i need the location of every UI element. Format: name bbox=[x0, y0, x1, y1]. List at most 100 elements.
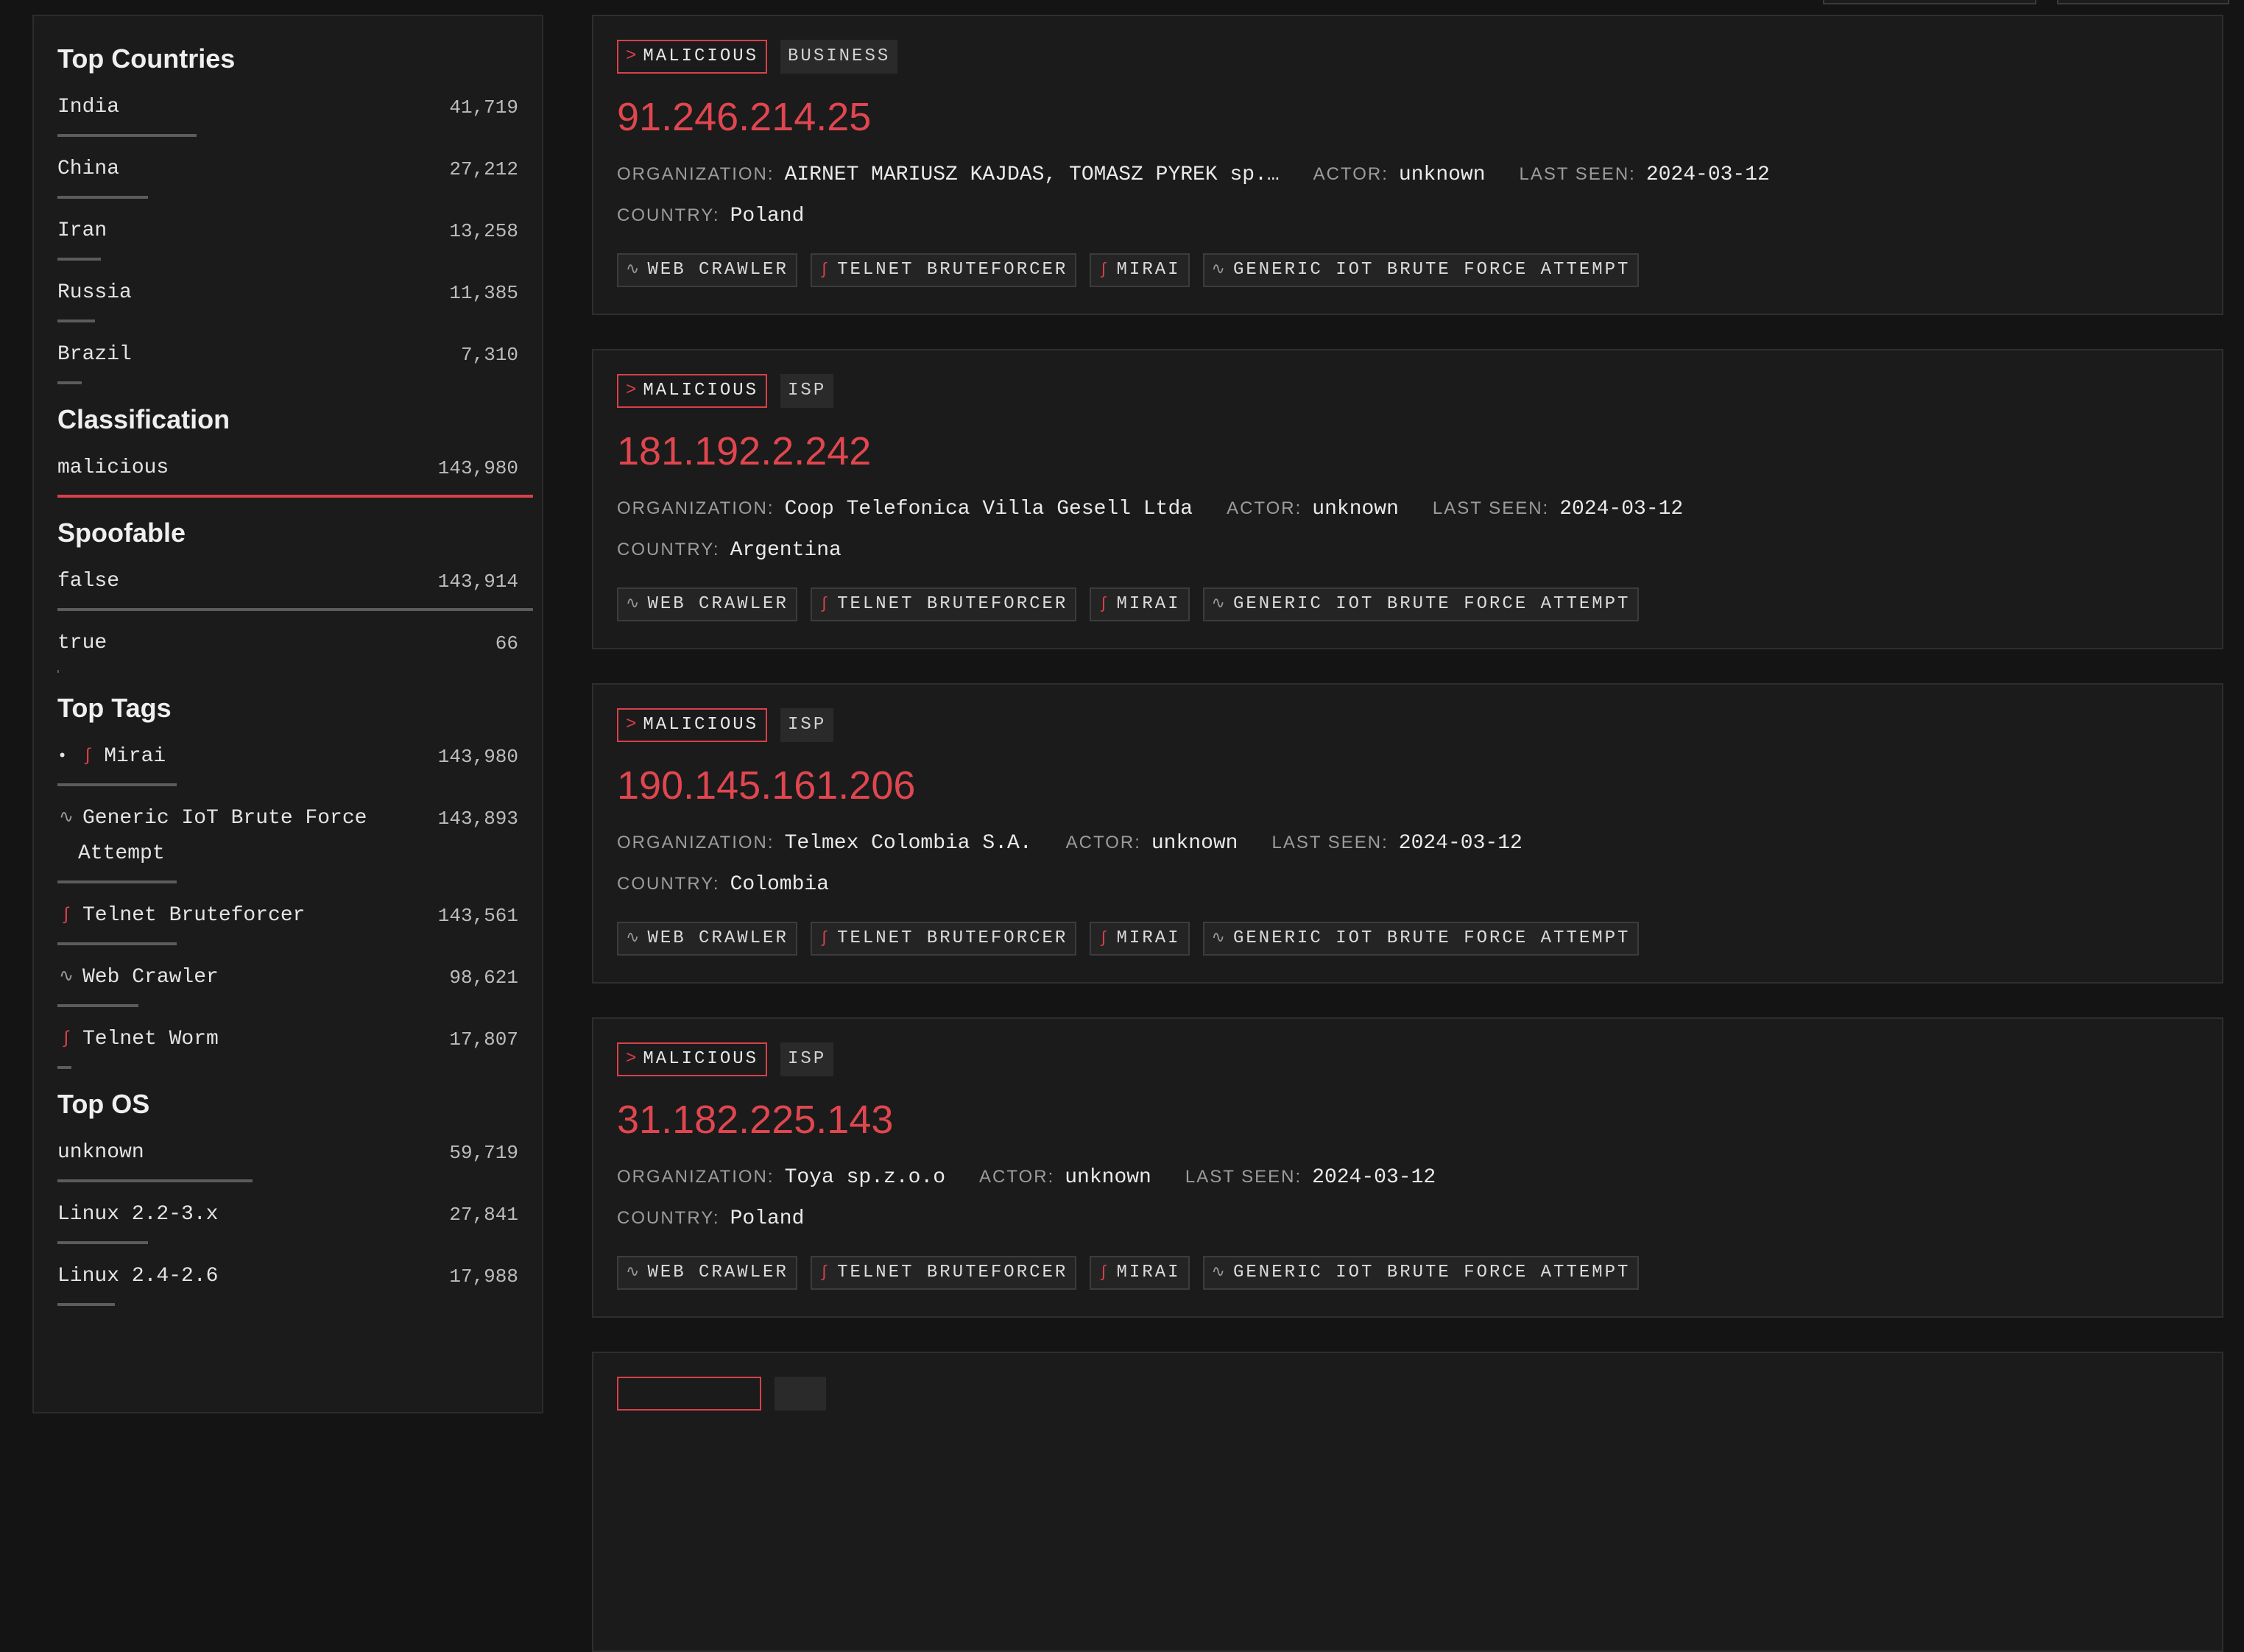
tag-chip[interactable]: ∿ GENERIC IOT BRUTE FORCE ATTEMPT bbox=[1202, 922, 1640, 956]
tag-chip[interactable]: ∫ TELNET BRUTEFORCER bbox=[810, 922, 1077, 956]
type-badge[interactable]: ISP bbox=[780, 708, 834, 742]
top-tags-section: Top Tags • ∫ Mirai 143,980 ∿ Generic IoT Brut… bbox=[57, 692, 518, 1069]
facet-count: 143,914 bbox=[437, 571, 518, 593]
tag-chip[interactable]: ∫ MIRAI bbox=[1090, 1256, 1190, 1290]
worm-icon: ∫ bbox=[1098, 929, 1111, 947]
tag-chip[interactable]: ∫ TELNET BRUTEFORCER bbox=[810, 1256, 1077, 1290]
facet-count: 143,893 bbox=[437, 808, 518, 830]
pulse-icon: ∿ bbox=[1211, 595, 1227, 613]
facet-count: 27,841 bbox=[449, 1204, 518, 1226]
tag-label: GENERIC IOT BRUTE FORCE ATTEMPT bbox=[1232, 260, 1631, 280]
facet-row[interactable]: Brazil 7,310 bbox=[57, 322, 518, 384]
result-card[interactable]: > MALICIOUS BUSINESS 91.246.214.25 ORGANIZAT… bbox=[592, 15, 2223, 315]
facet-row[interactable]: India 41,719 bbox=[57, 75, 518, 137]
facet-label: Linux 2.2-3.x bbox=[57, 1203, 219, 1226]
meta-row: ORGANIZATION: Coop Telefonica Villa Gesel… bbox=[617, 498, 2198, 527]
tag-chip[interactable]: ∫ TELNET BRUTEFORCER bbox=[810, 253, 1077, 287]
last-seen-label: LAST SEEN: bbox=[1185, 1167, 1302, 1187]
worm-icon: ∫ bbox=[819, 261, 832, 279]
ip-address-link[interactable]: 181.192.2.242 bbox=[617, 426, 2198, 477]
facet-row[interactable]: • ∫ Mirai 143,980 bbox=[57, 724, 518, 786]
facet-row[interactable]: unknown 59,719 bbox=[57, 1120, 518, 1182]
facet-row[interactable]: false 143,914 bbox=[57, 549, 533, 611]
facet-row[interactable]: true 66 bbox=[57, 611, 518, 673]
spoofable-section: Spoofable false 143,914 true 66 bbox=[57, 517, 533, 673]
facet-count: 143,561 bbox=[437, 905, 518, 927]
facet-label-text: Generic IoT Brute Force bbox=[82, 807, 367, 830]
classification-badge[interactable]: > MALICIOUS bbox=[617, 40, 768, 74]
result-card-partial[interactable] bbox=[592, 1352, 2223, 1652]
tag-label: TELNET BRUTEFORCER bbox=[837, 594, 1068, 614]
classification-text: MALICIOUS bbox=[643, 715, 759, 735]
facet-row[interactable]: Linux 2.4-2.6 17,988 bbox=[57, 1244, 518, 1306]
last-seen-value: 2024-03-12 bbox=[1645, 163, 1770, 186]
classification-badge[interactable]: > MALICIOUS bbox=[617, 374, 768, 408]
top-countries-section: Top Countries India 41,719 China 27,212 Iran… bbox=[57, 43, 518, 384]
classification-badge[interactable]: > MALICIOUS bbox=[617, 1042, 768, 1076]
facet-row[interactable]: Russia 11,385 bbox=[57, 261, 518, 322]
facet-row[interactable]: ∿ Web Crawler 98,621 bbox=[57, 945, 518, 1007]
section-title: Top Tags bbox=[57, 693, 172, 723]
tag-chip[interactable]: ∿ GENERIC IOT BRUTE FORCE ATTEMPT bbox=[1202, 1256, 1640, 1290]
tag-chip[interactable]: ∫ TELNET BRUTEFORCER bbox=[810, 587, 1077, 621]
tag-chip[interactable]: ∿ WEB CRAWLER bbox=[617, 253, 797, 287]
tag-chip[interactable]: ∿ WEB CRAWLER bbox=[617, 587, 797, 621]
result-card[interactable]: > MALICIOUS ISP 31.182.225.143 ORGANIZATION:… bbox=[592, 1017, 2223, 1318]
type-badge[interactable]: BUSINESS bbox=[780, 40, 898, 74]
classification-text: MALICIOUS bbox=[643, 381, 759, 400]
facet-row[interactable]: China 27,212 bbox=[57, 137, 518, 199]
worm-icon: ∫ bbox=[1098, 1263, 1111, 1282]
facet-count: 17,807 bbox=[449, 1028, 518, 1051]
facet-row[interactable]: ∿ Generic IoT Brute Force Attempt 143,893 bbox=[57, 786, 518, 883]
facet-label: India bbox=[57, 96, 120, 119]
facet-count: 17,988 bbox=[449, 1266, 518, 1288]
facet-label: malicious bbox=[57, 456, 169, 479]
facet-label-text: Mirai bbox=[104, 745, 166, 768]
facet-row[interactable]: ∫ Telnet Worm 17,807 bbox=[57, 1007, 518, 1069]
tag-list: ∿ WEB CRAWLER ∫ TELNET BRUTEFORCER ∫ MIRAI ∿ GE… bbox=[617, 922, 2198, 956]
ip-address-link[interactable]: 91.246.214.25 bbox=[617, 91, 2198, 143]
tag-label: WEB CRAWLER bbox=[647, 928, 788, 948]
type-badge[interactable]: ISP bbox=[780, 1042, 834, 1076]
worm-icon: ∫ bbox=[82, 746, 94, 766]
facet-row[interactable]: ∫ Telnet Bruteforcer 143,561 bbox=[57, 883, 518, 945]
ip-address-link[interactable]: 31.182.225.143 bbox=[617, 1094, 2198, 1146]
last-seen-value: 2024-03-12 bbox=[1312, 1166, 1436, 1189]
organization-value: AIRNET MARIUSZ KAJDAS, TOMASZ PYREK sp.… bbox=[784, 163, 1280, 186]
facet-row[interactable]: Iran 13,258 bbox=[57, 199, 518, 261]
result-card[interactable]: > MALICIOUS ISP 190.145.161.206 ORGANIZATION… bbox=[592, 683, 2223, 984]
worm-icon: ∫ bbox=[1098, 595, 1111, 613]
facet-label: unknown bbox=[57, 1141, 144, 1164]
facet-row[interactable]: malicious 143,980 bbox=[57, 436, 533, 498]
facet-label: Iran bbox=[57, 219, 107, 242]
filter-control[interactable] bbox=[2057, 0, 2229, 4]
result-card[interactable]: > MALICIOUS ISP 181.192.2.242 ORGANIZATION: C… bbox=[592, 349, 2223, 649]
tag-chip[interactable]: ∫ MIRAI bbox=[1090, 587, 1190, 621]
badge-row: > MALICIOUS ISP bbox=[617, 708, 2198, 745]
tag-chip[interactable]: ∿ WEB CRAWLER bbox=[617, 1256, 797, 1290]
classification-badge[interactable]: > MALICIOUS bbox=[617, 708, 768, 742]
facet-count: 143,980 bbox=[437, 746, 518, 768]
type-badge[interactable] bbox=[775, 1377, 826, 1411]
worm-icon: ∫ bbox=[60, 1029, 72, 1049]
facet-label: Brazil bbox=[57, 343, 132, 366]
facet-bar bbox=[57, 670, 59, 673]
tag-chip[interactable]: ∿ GENERIC IOT BRUTE FORCE ATTEMPT bbox=[1202, 587, 1640, 621]
facet-label-text: Web Crawler bbox=[82, 966, 219, 989]
tag-list: ∿ WEB CRAWLER ∫ TELNET BRUTEFORCER ∫ MIRAI ∿ GE… bbox=[617, 587, 2198, 621]
tag-chip[interactable]: ∫ MIRAI bbox=[1090, 922, 1190, 956]
classification-badge[interactable] bbox=[617, 1377, 761, 1411]
tag-label: TELNET BRUTEFORCER bbox=[837, 928, 1068, 948]
facet-bar bbox=[57, 381, 82, 384]
facet-row[interactable]: Linux 2.2-3.x 27,841 bbox=[57, 1182, 518, 1244]
ip-address-link[interactable]: 190.145.161.206 bbox=[617, 760, 2198, 811]
type-badge[interactable]: ISP bbox=[780, 374, 834, 408]
organization-label: ORGANIZATION: bbox=[617, 498, 775, 518]
last-seen-label: LAST SEEN: bbox=[1519, 164, 1636, 184]
pulse-icon: ∿ bbox=[626, 1263, 642, 1282]
sort-control[interactable] bbox=[1823, 0, 2036, 4]
tag-label: WEB CRAWLER bbox=[647, 260, 788, 280]
tag-chip[interactable]: ∫ MIRAI bbox=[1090, 253, 1190, 287]
tag-chip[interactable]: ∿ WEB CRAWLER bbox=[617, 922, 797, 956]
tag-chip[interactable]: ∿ GENERIC IOT BRUTE FORCE ATTEMPT bbox=[1202, 253, 1640, 287]
